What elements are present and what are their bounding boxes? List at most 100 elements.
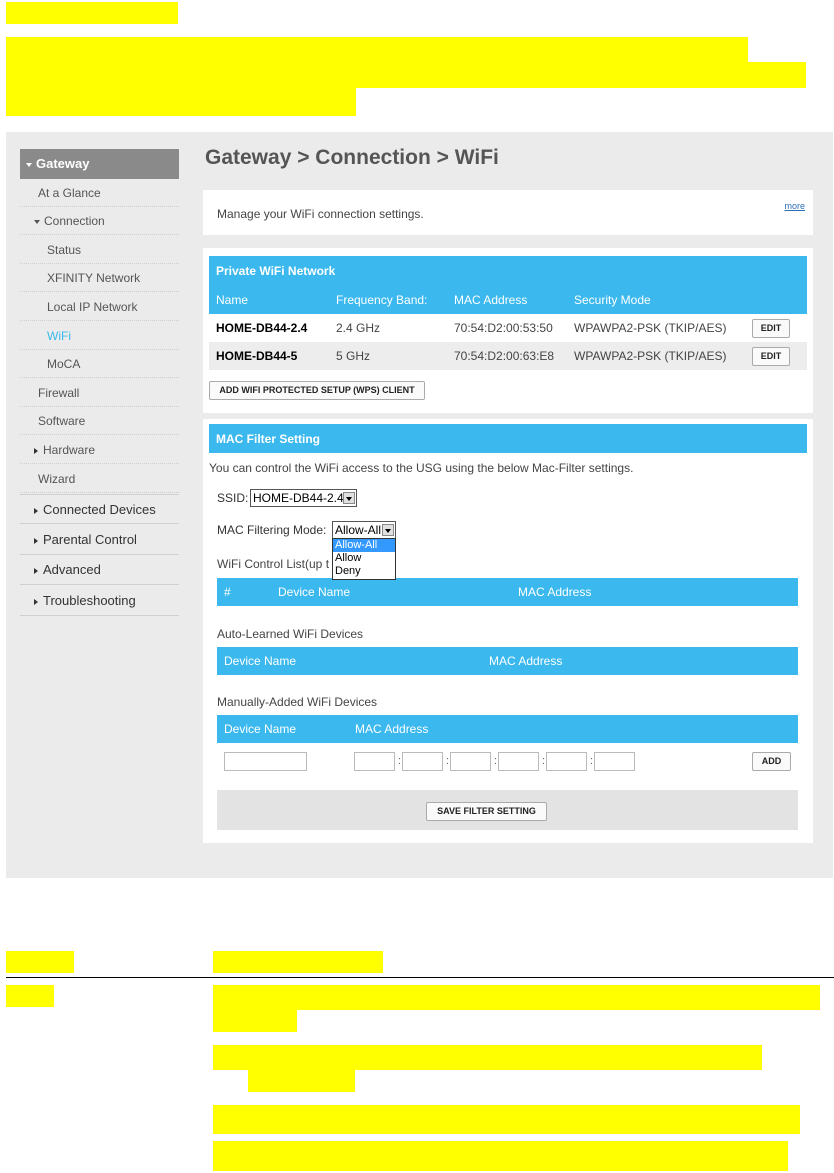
sidebar-item-wifi[interactable]: WiFi [20, 322, 179, 350]
sidebar-item-connection[interactable]: Connection [20, 207, 179, 235]
highlight-block [213, 1045, 762, 1070]
column-header: MAC Address [489, 654, 563, 668]
highlight-block [213, 985, 820, 1010]
router-admin-screenshot: Gateway At a Glance Connection Status XF… [6, 132, 833, 878]
manually-added-header: Device Name MAC Address [217, 715, 798, 743]
highlight-block [248, 1070, 355, 1092]
chevron-right-icon [34, 598, 38, 605]
highlight-block [213, 1141, 788, 1171]
sidebar-item-advanced[interactable]: Advanced [20, 555, 179, 585]
table-row: HOME-DB44-5 5 GHz 70:54:D2:00:63:E8 WPAW… [209, 342, 807, 370]
sidebar-item-troubleshooting[interactable]: Troubleshooting [20, 586, 179, 616]
save-filter-bar: SAVE FILTER SETTING [217, 790, 798, 830]
sidebar-item-wizard[interactable]: Wizard [20, 465, 179, 493]
sidebar-item-local-ip-network[interactable]: Local IP Network [20, 293, 179, 321]
mode-select-value: Allow-All [335, 523, 382, 537]
section-title: MAC Filter Setting [216, 432, 320, 446]
manually-added-label: Manually-Added WiFi Devices [217, 695, 378, 709]
mac-filter-description: You can control the WiFi access to the U… [209, 461, 634, 475]
more-link[interactable]: more [784, 201, 805, 211]
frequency-band: 2.4 GHz [336, 321, 381, 335]
sidebar-item-at-a-glance[interactable]: At a Glance [20, 179, 179, 207]
mac-octet-5-input[interactable] [546, 752, 587, 771]
sidebar-item-firewall[interactable]: Firewall [20, 379, 179, 407]
mac-address: 70:54:D2:00:53:50 [454, 321, 553, 335]
ssid-select-value: HOME-DB44-2.4 [253, 491, 344, 505]
section-title: Private WiFi Network [216, 264, 336, 278]
network-name: HOME-DB44-5 [216, 349, 298, 363]
sidebar-item-hardware[interactable]: Hardware [20, 436, 179, 464]
edit-button[interactable]: EDIT [752, 347, 790, 366]
mac-octet-3-input[interactable] [450, 752, 491, 771]
chevron-right-icon [34, 537, 38, 544]
sidebar-item-moca[interactable]: MoCA [20, 350, 179, 378]
mac-filter-card: MAC Filter Setting You can control the W… [203, 419, 813, 843]
save-filter-setting-button[interactable]: SAVE FILTER SETTING [426, 802, 547, 821]
column-header: # [224, 585, 231, 599]
private-wifi-card: Private WiFi Network Name Frequency Band… [203, 248, 813, 413]
sidebar-item-connected-devices[interactable]: Connected Devices [20, 494, 179, 524]
chevron-right-icon [34, 507, 38, 514]
column-header: Device Name [224, 722, 297, 736]
mac-filter-header: MAC Filter Setting [209, 424, 807, 453]
colon-separator: : [590, 755, 594, 767]
colon-separator: : [446, 755, 450, 767]
chevron-down-icon [26, 162, 32, 167]
highlight-block [6, 37, 748, 62]
sidebar-item-software[interactable]: Software [20, 407, 179, 435]
mac-filtering-mode-select[interactable]: Allow-All [332, 521, 396, 539]
security-mode: WPAWPA2-PSK (TKIP/AES) [574, 321, 727, 335]
wifi-control-list-label: WiFi Control List(up t [217, 557, 330, 571]
chevron-down-icon [343, 492, 355, 504]
page-title: Gateway > Connection > WiFi [205, 146, 499, 169]
chevron-right-icon [34, 567, 38, 574]
private-wifi-header: Private WiFi Network Name Frequency Band… [209, 256, 807, 314]
mac-octet-1-input[interactable] [354, 752, 395, 771]
mac-filtering-mode-options: Allow-All Allow Deny [332, 538, 396, 580]
highlight-block [6, 62, 806, 88]
mac-octet-4-input[interactable] [498, 752, 539, 771]
add-button[interactable]: ADD [752, 752, 791, 771]
highlight-block [213, 1010, 297, 1032]
mac-octet-6-input[interactable] [594, 752, 635, 771]
colon-separator: : [494, 755, 498, 767]
device-name-input[interactable] [224, 752, 307, 771]
table-row: HOME-DB44-2.4 2.4 GHz 70:54:D2:00:53:50 … [209, 314, 807, 342]
add-wps-client-button[interactable]: ADD WIFI PROTECTED SETUP (WPS) CLIENT [209, 381, 425, 400]
column-header: Device Name [224, 654, 297, 668]
mac-octet-2-input[interactable] [402, 752, 443, 771]
sidebar-item-xfinity-network[interactable]: XFINITY Network [20, 264, 179, 292]
highlight-block [6, 2, 178, 24]
chevron-right-icon [34, 447, 38, 454]
auto-learned-header: Device Name MAC Address [217, 647, 798, 675]
highlight-block [6, 88, 356, 116]
security-mode: WPAWPA2-PSK (TKIP/AES) [574, 349, 727, 363]
column-header: Security Mode [574, 293, 651, 307]
dropdown-option[interactable]: Allow-All [333, 539, 395, 552]
column-header: MAC Address [454, 293, 528, 307]
sidebar-item-parental-control[interactable]: Parental Control [20, 525, 179, 555]
ssid-select[interactable]: HOME-DB44-2.4 [250, 489, 357, 507]
column-header: Name [216, 293, 249, 307]
chevron-down-icon [382, 524, 394, 536]
highlight-block [6, 985, 54, 1007]
chevron-down-icon [34, 219, 40, 224]
column-header: Frequency Band: [336, 293, 428, 307]
dropdown-option[interactable]: Deny [333, 565, 395, 578]
mac-address: 70:54:D2:00:63:E8 [454, 349, 555, 363]
column-header: MAC Address [518, 585, 592, 599]
column-header: Device Name [278, 585, 351, 599]
sidebar-item-gateway[interactable]: Gateway [20, 149, 179, 179]
network-name: HOME-DB44-2.4 [216, 321, 308, 335]
mac-filtering-mode-label: MAC Filtering Mode: [217, 523, 327, 537]
sidebar-item-status[interactable]: Status [20, 236, 179, 264]
highlight-block [213, 1105, 800, 1134]
dropdown-option[interactable]: Allow [333, 552, 395, 565]
intro-text: Manage your WiFi connection settings. [217, 207, 424, 221]
control-list-header: # Device Name MAC Address [217, 578, 798, 606]
ssid-label: SSID: [217, 491, 249, 505]
highlight-block [213, 951, 383, 973]
intro-card: Manage your WiFi connection settings. mo… [203, 190, 813, 235]
edit-button[interactable]: EDIT [752, 319, 790, 338]
column-header: MAC Address [355, 722, 429, 736]
